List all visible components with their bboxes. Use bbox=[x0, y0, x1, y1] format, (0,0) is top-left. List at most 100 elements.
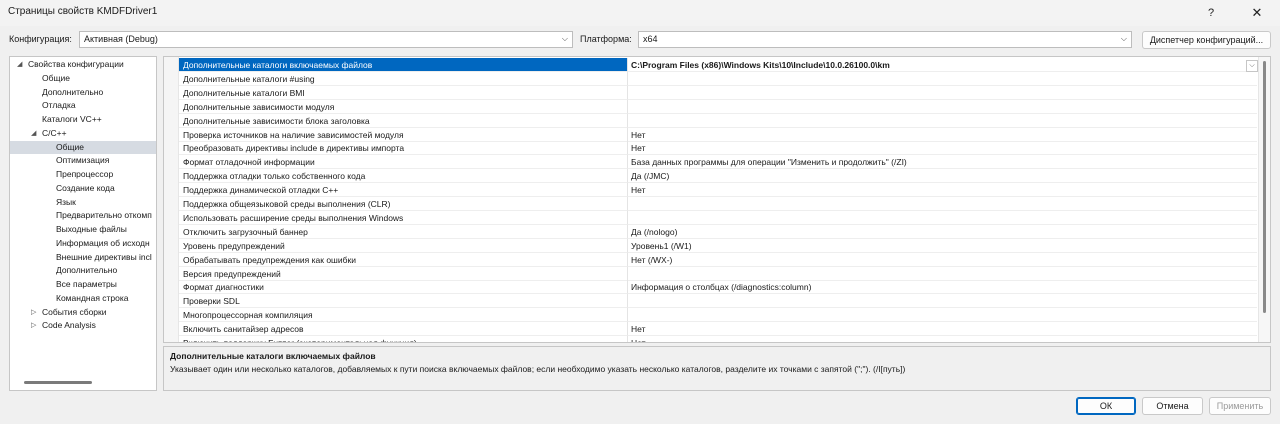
tree-item[interactable]: ◢ C/C++ bbox=[10, 127, 156, 140]
property-value[interactable]: Нет (/WX-) bbox=[627, 252, 1257, 267]
tree-item[interactable]: ◢ Свойства конфигурации bbox=[10, 58, 156, 71]
property-value[interactable] bbox=[627, 197, 1257, 211]
grid-vertical-scrollbar[interactable] bbox=[1258, 57, 1270, 342]
apply-button[interactable]: Применить bbox=[1209, 397, 1271, 415]
configuration-value: Активная (Debug) bbox=[84, 34, 158, 44]
tree-item-label: Отладка bbox=[42, 100, 76, 111]
platform-combo[interactable]: x64 ⌵ bbox=[638, 31, 1132, 48]
tree-item[interactable]: Отладка bbox=[10, 99, 156, 112]
property-value[interactable] bbox=[627, 99, 1257, 114]
tree-item[interactable]: Общие bbox=[10, 140, 156, 154]
property-name: Уровень предупреждений bbox=[179, 239, 627, 253]
property-row[interactable]: Поддержка отладки только собственного ко… bbox=[164, 169, 1257, 184]
tree-item[interactable]: Дополнительно bbox=[10, 264, 156, 277]
tree-item[interactable]: Все параметры bbox=[10, 278, 156, 291]
grid-scroll-thumb[interactable] bbox=[1263, 61, 1266, 313]
property-row[interactable]: Дополнительные каталоги #using bbox=[164, 71, 1257, 86]
tree-item-label: Дополнительно bbox=[56, 265, 118, 276]
property-name: Проверки SDL bbox=[179, 294, 627, 309]
expand-icon[interactable]: ▷ bbox=[31, 319, 36, 332]
property-row[interactable]: Поддержка динамической отладки C++ Нет bbox=[164, 183, 1257, 198]
property-value[interactable] bbox=[627, 210, 1257, 225]
help-button[interactable]: ? bbox=[1188, 0, 1234, 26]
tree-item[interactable]: Общие bbox=[10, 72, 156, 85]
collapse-icon[interactable]: ◢ bbox=[31, 127, 36, 140]
tree-item[interactable]: Создание кода bbox=[10, 182, 156, 195]
tree-horizontal-scrollbar[interactable] bbox=[24, 381, 92, 384]
collapse-icon[interactable]: ◢ bbox=[17, 58, 22, 71]
property-name: Обрабатывать предупреждения как ошибки bbox=[179, 253, 627, 267]
property-row[interactable]: Дополнительные зависимости модуля bbox=[164, 99, 1257, 114]
tree-item[interactable]: ▷ События сборки bbox=[10, 306, 156, 319]
property-row[interactable]: Формат отладочной информации База данных … bbox=[164, 155, 1257, 170]
property-row[interactable]: Проверка источников на наличие зависимос… bbox=[164, 127, 1257, 142]
property-value[interactable] bbox=[627, 266, 1257, 281]
property-name: Многопроцессорная компиляция bbox=[179, 308, 627, 323]
property-value[interactable] bbox=[627, 71, 1257, 86]
configuration-manager-button[interactable]: Диспетчер конфигураций... bbox=[1142, 31, 1271, 49]
property-value[interactable]: Нет bbox=[627, 183, 1257, 198]
window-title: Страницы свойств KMDFDriver1 bbox=[8, 6, 158, 17]
property-value[interactable]: Нет bbox=[627, 322, 1257, 337]
property-value[interactable]: Да (/nologo) bbox=[627, 224, 1257, 239]
close-button[interactable]: ✕ bbox=[1234, 0, 1280, 26]
title-bar: Страницы свойств KMDFDriver1 ? ✕ bbox=[0, 0, 1280, 26]
tree-item[interactable]: Выходные файлы bbox=[10, 223, 156, 236]
property-row[interactable]: Проверки SDL bbox=[164, 294, 1257, 309]
tree-item[interactable]: Препроцессор bbox=[10, 168, 156, 181]
property-row[interactable]: Дополнительные зависимости блока заголов… bbox=[164, 113, 1257, 128]
property-name: Формат отладочной информации bbox=[179, 155, 627, 170]
property-row[interactable]: Многопроцессорная компиляция bbox=[164, 308, 1257, 323]
platform-value: x64 bbox=[643, 34, 658, 44]
tree-item[interactable]: Предварительно откомп bbox=[10, 209, 156, 222]
tree-item-label: Предварительно откомп bbox=[56, 210, 152, 221]
property-value[interactable]: Уровень1 (/W1) bbox=[627, 238, 1257, 253]
tree-item[interactable]: Дополнительно bbox=[10, 86, 156, 99]
tree-item[interactable]: Язык bbox=[10, 196, 156, 209]
property-value[interactable]: Нет bbox=[627, 336, 1257, 342]
property-row[interactable]: Отключить загрузочный баннер Да (/nologo) bbox=[164, 224, 1257, 239]
property-value[interactable]: Нет bbox=[627, 127, 1257, 142]
cancel-button[interactable]: Отмена bbox=[1142, 397, 1203, 415]
property-row[interactable]: Уровень предупреждений Уровень1 (/W1) bbox=[164, 238, 1257, 253]
tree-item[interactable]: Командная строка bbox=[10, 292, 156, 305]
tree-item-label: Дополнительно bbox=[42, 86, 104, 97]
property-name: Включить санитайзер адресов bbox=[179, 322, 627, 337]
tree-item[interactable]: Информация об исходн bbox=[10, 237, 156, 250]
tree-item[interactable]: Каталоги VC++ bbox=[10, 113, 156, 126]
property-row[interactable]: Дополнительные каталоги включаемых файло… bbox=[164, 58, 1258, 72]
property-row[interactable]: Поддержка общеязыковой среды выполнения … bbox=[164, 197, 1257, 211]
property-name: Преобразовать директивы include в директ… bbox=[179, 141, 627, 156]
property-row[interactable]: Включить санитайзер адресов Нет bbox=[164, 322, 1257, 337]
property-row[interactable]: Версия предупреждений bbox=[164, 266, 1257, 281]
tree-item[interactable]: Оптимизация bbox=[10, 154, 156, 167]
property-name: Дополнительные зависимости блока заголов… bbox=[179, 114, 627, 128]
property-value[interactable]: Да (/JMC) bbox=[627, 169, 1257, 184]
property-value[interactable] bbox=[627, 85, 1257, 100]
tree-item-label: Командная строка bbox=[56, 292, 129, 303]
property-tree[interactable]: ◢ Свойства конфигурации Общие Дополнительно… bbox=[9, 56, 157, 391]
property-value[interactable] bbox=[627, 294, 1257, 309]
property-value[interactable]: Нет bbox=[627, 141, 1257, 156]
chevron-down-icon[interactable]: ⌵ bbox=[1246, 60, 1258, 72]
property-row[interactable]: Использовать расширение среды выполнения… bbox=[164, 210, 1257, 225]
tree-item-label: Общие bbox=[56, 141, 84, 152]
property-value[interactable]: C:\Program Files (x86)\Windows Kits\10\I… bbox=[627, 58, 1257, 72]
property-value[interactable]: Информация о столбцах (/diagnostics:colu… bbox=[627, 280, 1257, 295]
ok-button[interactable]: ОК bbox=[1076, 397, 1136, 415]
property-row[interactable]: Формат диагностики Информация о столбцах … bbox=[164, 280, 1257, 295]
configuration-combo[interactable]: Активная (Debug) ⌵ bbox=[79, 31, 573, 48]
property-grid[interactable]: Дополнительные каталоги включаемых файло… bbox=[163, 56, 1271, 343]
expand-icon[interactable]: ▷ bbox=[31, 306, 36, 319]
tree-item[interactable]: ▷ Code Analysis bbox=[10, 319, 156, 332]
property-value[interactable] bbox=[627, 308, 1257, 323]
tree-item[interactable]: Внешние директивы incl bbox=[10, 251, 156, 264]
property-row[interactable]: Включить поддержку Fuzzer (экспериментал… bbox=[164, 336, 1257, 342]
property-value[interactable]: База данных программы для операции "Изме… bbox=[627, 155, 1257, 170]
property-row[interactable]: Преобразовать директивы include в директ… bbox=[164, 141, 1257, 156]
property-row[interactable]: Обрабатывать предупреждения как ошибки Не… bbox=[164, 252, 1257, 267]
property-row[interactable]: Дополнительные каталоги BMI bbox=[164, 85, 1257, 100]
configuration-label: Конфигурация: bbox=[9, 34, 72, 44]
description-title: Дополнительные каталоги включаемых файло… bbox=[170, 351, 376, 361]
property-value[interactable] bbox=[627, 113, 1257, 128]
